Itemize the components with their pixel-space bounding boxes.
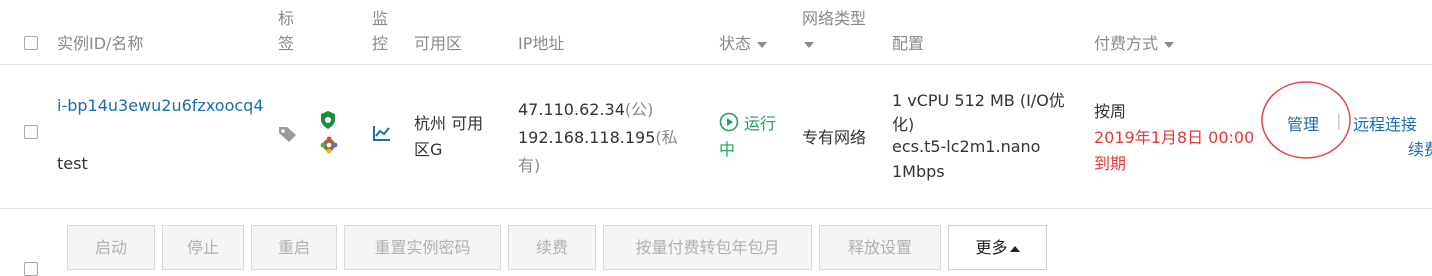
settings-gear-icon[interactable] [320, 136, 338, 154]
header-status[interactable]: 状态 [719, 29, 768, 59]
zone-line2: 区G [414, 140, 443, 159]
select-all-checkbox[interactable] [24, 36, 38, 50]
network-type: 专有网络 [802, 128, 867, 147]
convert-billing-button[interactable]: 按量付费转包年包月 [603, 225, 812, 270]
remote-connect-link[interactable]: 远程连接 [1353, 111, 1417, 135]
row-checkbox[interactable] [24, 125, 38, 139]
reset-password-button[interactable]: 重置实例密码 [344, 225, 501, 270]
security-shield-icon[interactable] [319, 110, 337, 130]
config-line3: ecs.t5-lc2m1.nano [892, 137, 1041, 156]
ip-private: 192.168.118.195(私 [518, 124, 678, 148]
instance-id-link[interactable]: i-bp14u3ewu2u6fzxoocq4 [57, 96, 264, 115]
config-line2: 化) [892, 115, 915, 134]
header-status-label: 状态 [719, 34, 752, 53]
header-billing[interactable]: 付费方式 [1094, 29, 1175, 59]
header-divider [0, 64, 1432, 65]
annotation-circle [1261, 81, 1351, 159]
header-monitor-line2: 控 [372, 34, 389, 53]
tag-icon[interactable] [277, 124, 299, 144]
chevron-down-icon [757, 41, 768, 48]
restart-button[interactable]: 重启 [251, 225, 337, 270]
ip-private-suffix1: (私 [655, 128, 678, 147]
ip-public-value: 47.110.62.34 [518, 100, 625, 119]
status-line2: 中 [719, 140, 736, 159]
config-line1: 1 vCPU 512 MB (I/O优 [892, 91, 1065, 110]
header-zone: 可用区 [414, 34, 463, 53]
instance-name: test [57, 154, 88, 173]
ip-public-suffix: (公) [624, 100, 654, 119]
bulk-select-checkbox[interactable] [24, 262, 38, 276]
header-instance-id-name: 实例ID/名称 [57, 34, 144, 53]
header-config: 配置 [892, 34, 925, 53]
chevron-down-icon [804, 41, 814, 48]
row-divider [0, 208, 1432, 209]
more-button[interactable]: 更多 [948, 225, 1047, 270]
renew-link[interactable]: 续费 [1408, 136, 1432, 160]
more-button-label: 更多 [975, 238, 1008, 257]
stop-button[interactable]: 停止 [162, 225, 244, 270]
header-network-filter[interactable] [802, 29, 814, 59]
expire-date: 2019年1月8日 00:00 [1094, 128, 1255, 147]
renew-button[interactable]: 续费 [508, 225, 596, 270]
ip-private-value: 192.168.118.195 [518, 128, 656, 147]
header-tag-line2: 签 [278, 34, 295, 53]
ip-public: 47.110.62.34(公) [518, 96, 653, 120]
status-line1: 运行 [744, 114, 777, 133]
start-button[interactable]: 启动 [67, 225, 155, 270]
release-settings-button[interactable]: 释放设置 [819, 225, 941, 270]
header-billing-label: 付费方式 [1094, 34, 1159, 53]
billing-type: 按周 [1094, 102, 1127, 121]
ip-private-suffix2: 有) [518, 156, 541, 175]
zone-line1: 杭州 可用 [414, 114, 484, 133]
config-line4: 1Mbps [892, 162, 945, 181]
monitor-chart-icon[interactable] [372, 124, 392, 142]
chevron-down-icon [1164, 41, 1175, 48]
running-status-icon [719, 112, 739, 132]
expire-suffix: 到期 [1094, 154, 1127, 173]
header-ip: IP地址 [518, 34, 565, 53]
chevron-up-icon [1009, 245, 1020, 252]
